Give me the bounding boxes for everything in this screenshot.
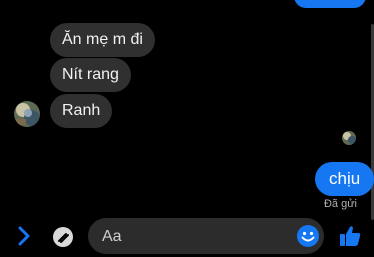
chevron-right-icon[interactable] — [16, 226, 32, 246]
emoji-icon[interactable] — [296, 224, 320, 248]
incoming-message[interactable]: Ranh — [50, 94, 113, 128]
previous-outgoing-message[interactable] — [294, 0, 366, 8]
message-input[interactable] — [100, 218, 284, 256]
sender-avatar[interactable] — [14, 101, 40, 127]
thumbs-up-icon[interactable] — [338, 224, 362, 248]
incoming-message[interactable]: Nít rang — [50, 58, 131, 92]
attachment-icon[interactable] — [52, 226, 74, 248]
outgoing-message[interactable]: chịu — [315, 162, 374, 196]
message-composer[interactable] — [88, 218, 324, 256]
seen-avatar — [342, 131, 356, 145]
incoming-message[interactable]: Ăn mẹ m đi — [50, 23, 155, 57]
sent-status: Đã gửi — [323, 198, 357, 210]
